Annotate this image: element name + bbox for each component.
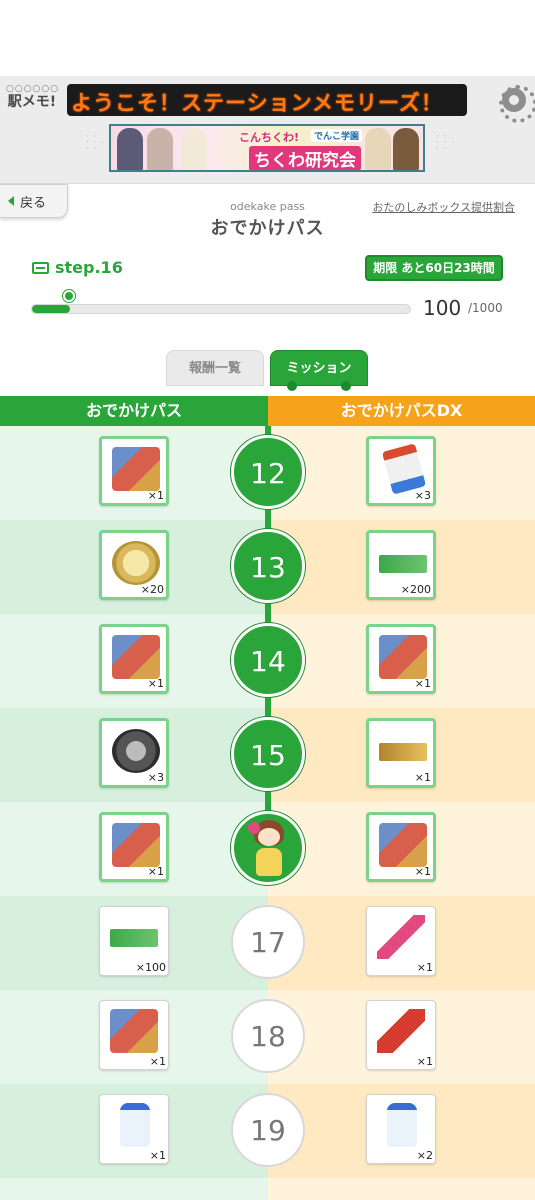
step-label: step.16: [55, 258, 123, 277]
column-header-dx: おでかけパスDX: [268, 396, 535, 426]
reward-quantity: ×1: [149, 1149, 166, 1162]
friend-gacha-ticket-icon: [379, 555, 427, 573]
ticker-text: ようこそ！ステーションメモリーズ！: [71, 91, 443, 115]
dx-reward-item[interactable]: ×1: [366, 624, 436, 694]
tab-rewards[interactable]: 報酬一覧: [166, 350, 264, 386]
reward-quantity: ×1: [414, 865, 431, 878]
step-node: 13: [231, 529, 305, 603]
dx-reward-item[interactable]: ×1: [366, 812, 436, 882]
dx-reward-item[interactable]: ×1: [366, 718, 436, 788]
reward-quantity: ×1: [414, 677, 431, 690]
reward-quantity: ×1: [147, 677, 164, 690]
page-title: おでかけパス: [210, 218, 325, 239]
dx-reward-item[interactable]: ×3: [366, 436, 436, 506]
banner-left-dots: · · · · · · ·: [86, 132, 106, 154]
lottery-cube-icon: [112, 823, 160, 867]
gear-icon[interactable]: [499, 85, 535, 123]
current-step-node: [231, 811, 305, 885]
column-header-free: おでかけパス: [0, 396, 268, 426]
dx-reward-item[interactable]: ×1: [366, 906, 436, 976]
step-node: 18: [231, 999, 305, 1073]
progress-bar: [31, 304, 411, 314]
step-indicator: step.16: [32, 258, 123, 277]
banner-right-dots: · · · · · · ·: [436, 132, 456, 154]
progress-value: 100: [423, 296, 462, 320]
banner-character-5: [393, 128, 419, 170]
event-banner[interactable]: こんちくわ! でんこ学園 ちくわ研究会: [109, 124, 425, 172]
logo-dots: ○○○○○○: [6, 84, 60, 94]
banner-character-1: [117, 128, 143, 170]
free-reward-item[interactable]: ×1: [99, 1000, 169, 1070]
scrolling-ticker: ようこそ！ステーションメモリーズ！: [67, 84, 467, 116]
free-reward-item[interactable]: ×1: [99, 812, 169, 882]
d-medal-icon: [112, 541, 160, 585]
step-node: 12: [231, 435, 305, 509]
step-node: 17: [231, 905, 305, 979]
step-node: 15: [231, 717, 305, 791]
banner-character-3: [181, 128, 207, 170]
progress-fill: [32, 305, 70, 313]
premium-gacha-ticket-icon: [379, 743, 427, 761]
dx-reward-item[interactable]: ×200: [366, 530, 436, 600]
reward-quantity: ×100: [135, 961, 166, 974]
app-logo[interactable]: ○○○○○○ 駅メモ!: [6, 84, 58, 120]
reward-quantity: ×1: [147, 865, 164, 878]
progress-max: /1000: [468, 301, 503, 315]
reward-quantity: ×2: [416, 1149, 433, 1162]
free-reward-item[interactable]: ×1: [99, 436, 169, 506]
reward-quantity: ×1: [416, 961, 433, 974]
box-ratio-link[interactable]: おたのしみボックス提供割合: [372, 199, 515, 215]
milk-bottle-icon: [387, 1103, 417, 1147]
banner-character-2: [147, 128, 173, 170]
progress-marker-icon: [63, 290, 75, 304]
battery-icon: [381, 443, 427, 495]
free-reward-item[interactable]: ×3: [99, 718, 169, 788]
pass-ticket-icon: [32, 261, 49, 274]
logo-name: 駅メモ!: [7, 94, 57, 110]
dx-reward-item[interactable]: ×1: [366, 1000, 436, 1070]
lottery-cube-icon: [379, 823, 427, 867]
friend-gacha-ticket-icon: [110, 929, 158, 947]
free-reward-item[interactable]: ×1: [99, 1094, 169, 1164]
banner-line3: ちくわ研究会: [249, 146, 361, 170]
lottery-cube-icon: [112, 447, 160, 491]
free-reward-item[interactable]: ×20: [99, 530, 169, 600]
magic-wand-icon: [377, 915, 425, 959]
free-reward-item[interactable]: ×100: [99, 906, 169, 976]
banner-line1: こんちくわ!: [239, 131, 300, 144]
toy-hammer-icon: [377, 1009, 425, 1053]
step-node: 19: [231, 1093, 305, 1167]
rare-ball-icon: [112, 729, 160, 773]
reward-quantity: ×1: [149, 1055, 166, 1068]
tab-missions[interactable]: ミッション: [270, 350, 368, 391]
reward-quantity: ×200: [400, 583, 431, 596]
lottery-cube-icon: [112, 635, 160, 679]
reward-quantity: ×3: [147, 771, 164, 784]
free-reward-item[interactable]: ×1: [99, 624, 169, 694]
banner-character-4: [365, 128, 391, 170]
reward-quantity: ×1: [414, 771, 431, 784]
reward-quantity: ×20: [140, 583, 164, 596]
app-header: ○○○○○○ 駅メモ! ようこそ！ステーションメモリーズ！ · · · · · · …: [0, 76, 535, 184]
reward-quantity: ×1: [147, 489, 164, 502]
step-node: 14: [231, 623, 305, 697]
character-avatar: [248, 820, 286, 878]
reward-quantity: ×3: [414, 489, 431, 502]
lottery-cube-icon: [110, 1009, 158, 1053]
deadline-badge: 期限 あと60日23時間: [365, 255, 503, 281]
lottery-cube-icon: [379, 635, 427, 679]
reward-quantity: ×1: [416, 1055, 433, 1068]
milk-bottle-icon: [120, 1103, 150, 1147]
dx-reward-item[interactable]: ×2: [366, 1094, 436, 1164]
banner-line2: でんこ学園: [311, 129, 363, 142]
